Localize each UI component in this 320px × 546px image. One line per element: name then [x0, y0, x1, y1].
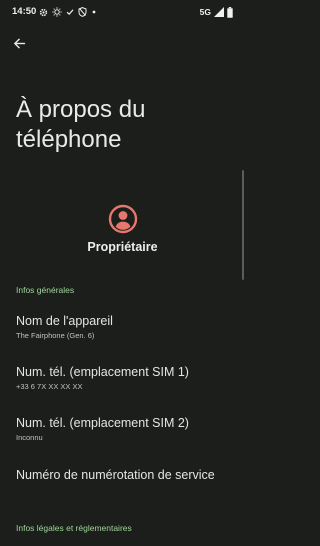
- owner-avatar[interactable]: [108, 204, 138, 234]
- account-circle-icon: [108, 204, 138, 234]
- service-dialing-number-title: Numéro de numérotation de service: [16, 468, 215, 482]
- sim1-number-title: Num. tél. (emplacement SIM 1): [16, 365, 189, 379]
- arrow-left-icon: [13, 37, 26, 50]
- status-system-icons: 5G: [200, 6, 233, 18]
- status-time: 14:50: [12, 6, 37, 17]
- status-bar: 14:50 5G: [0, 0, 245, 24]
- section-header-legal: Infos légales et réglementaires: [16, 523, 132, 533]
- dot-icon: [91, 9, 97, 15]
- sim2-number-summary: Inconnu: [16, 433, 43, 442]
- status-notification-icons: [39, 6, 97, 18]
- scrollbar[interactable]: [242, 170, 244, 280]
- brightness-icon: [52, 7, 62, 17]
- device-name-summary: The Fairphone (Gen. 6): [16, 331, 95, 340]
- sim1-number-item[interactable]: Num. tél. (emplacement SIM 1) +33 6 7X X…: [16, 365, 238, 391]
- sim2-number-item[interactable]: Num. tél. (emplacement SIM 2) Inconnu: [16, 416, 238, 442]
- settings-icon: [39, 8, 48, 17]
- sim1-number-summary: +33 6 7X XX XX XX: [16, 382, 83, 391]
- owner-name[interactable]: Propriétaire: [0, 240, 245, 254]
- battery-icon: [227, 6, 233, 18]
- network-type: 5G: [199, 7, 211, 17]
- device-name-title: Nom de l'appareil: [16, 314, 113, 328]
- service-dialing-number-item[interactable]: Numéro de numérotation de service: [16, 468, 238, 482]
- shield-icon: [78, 7, 87, 17]
- check-icon: [66, 8, 74, 16]
- signal-icon: [214, 7, 224, 17]
- page-title: À propos du téléphone: [16, 96, 146, 153]
- device-name-item[interactable]: Nom de l'appareil The Fairphone (Gen. 6): [16, 314, 238, 340]
- section-header-general: Infos générales: [16, 285, 75, 295]
- sim2-number-title: Num. tél. (emplacement SIM 2): [16, 416, 189, 430]
- back-button[interactable]: [8, 32, 30, 54]
